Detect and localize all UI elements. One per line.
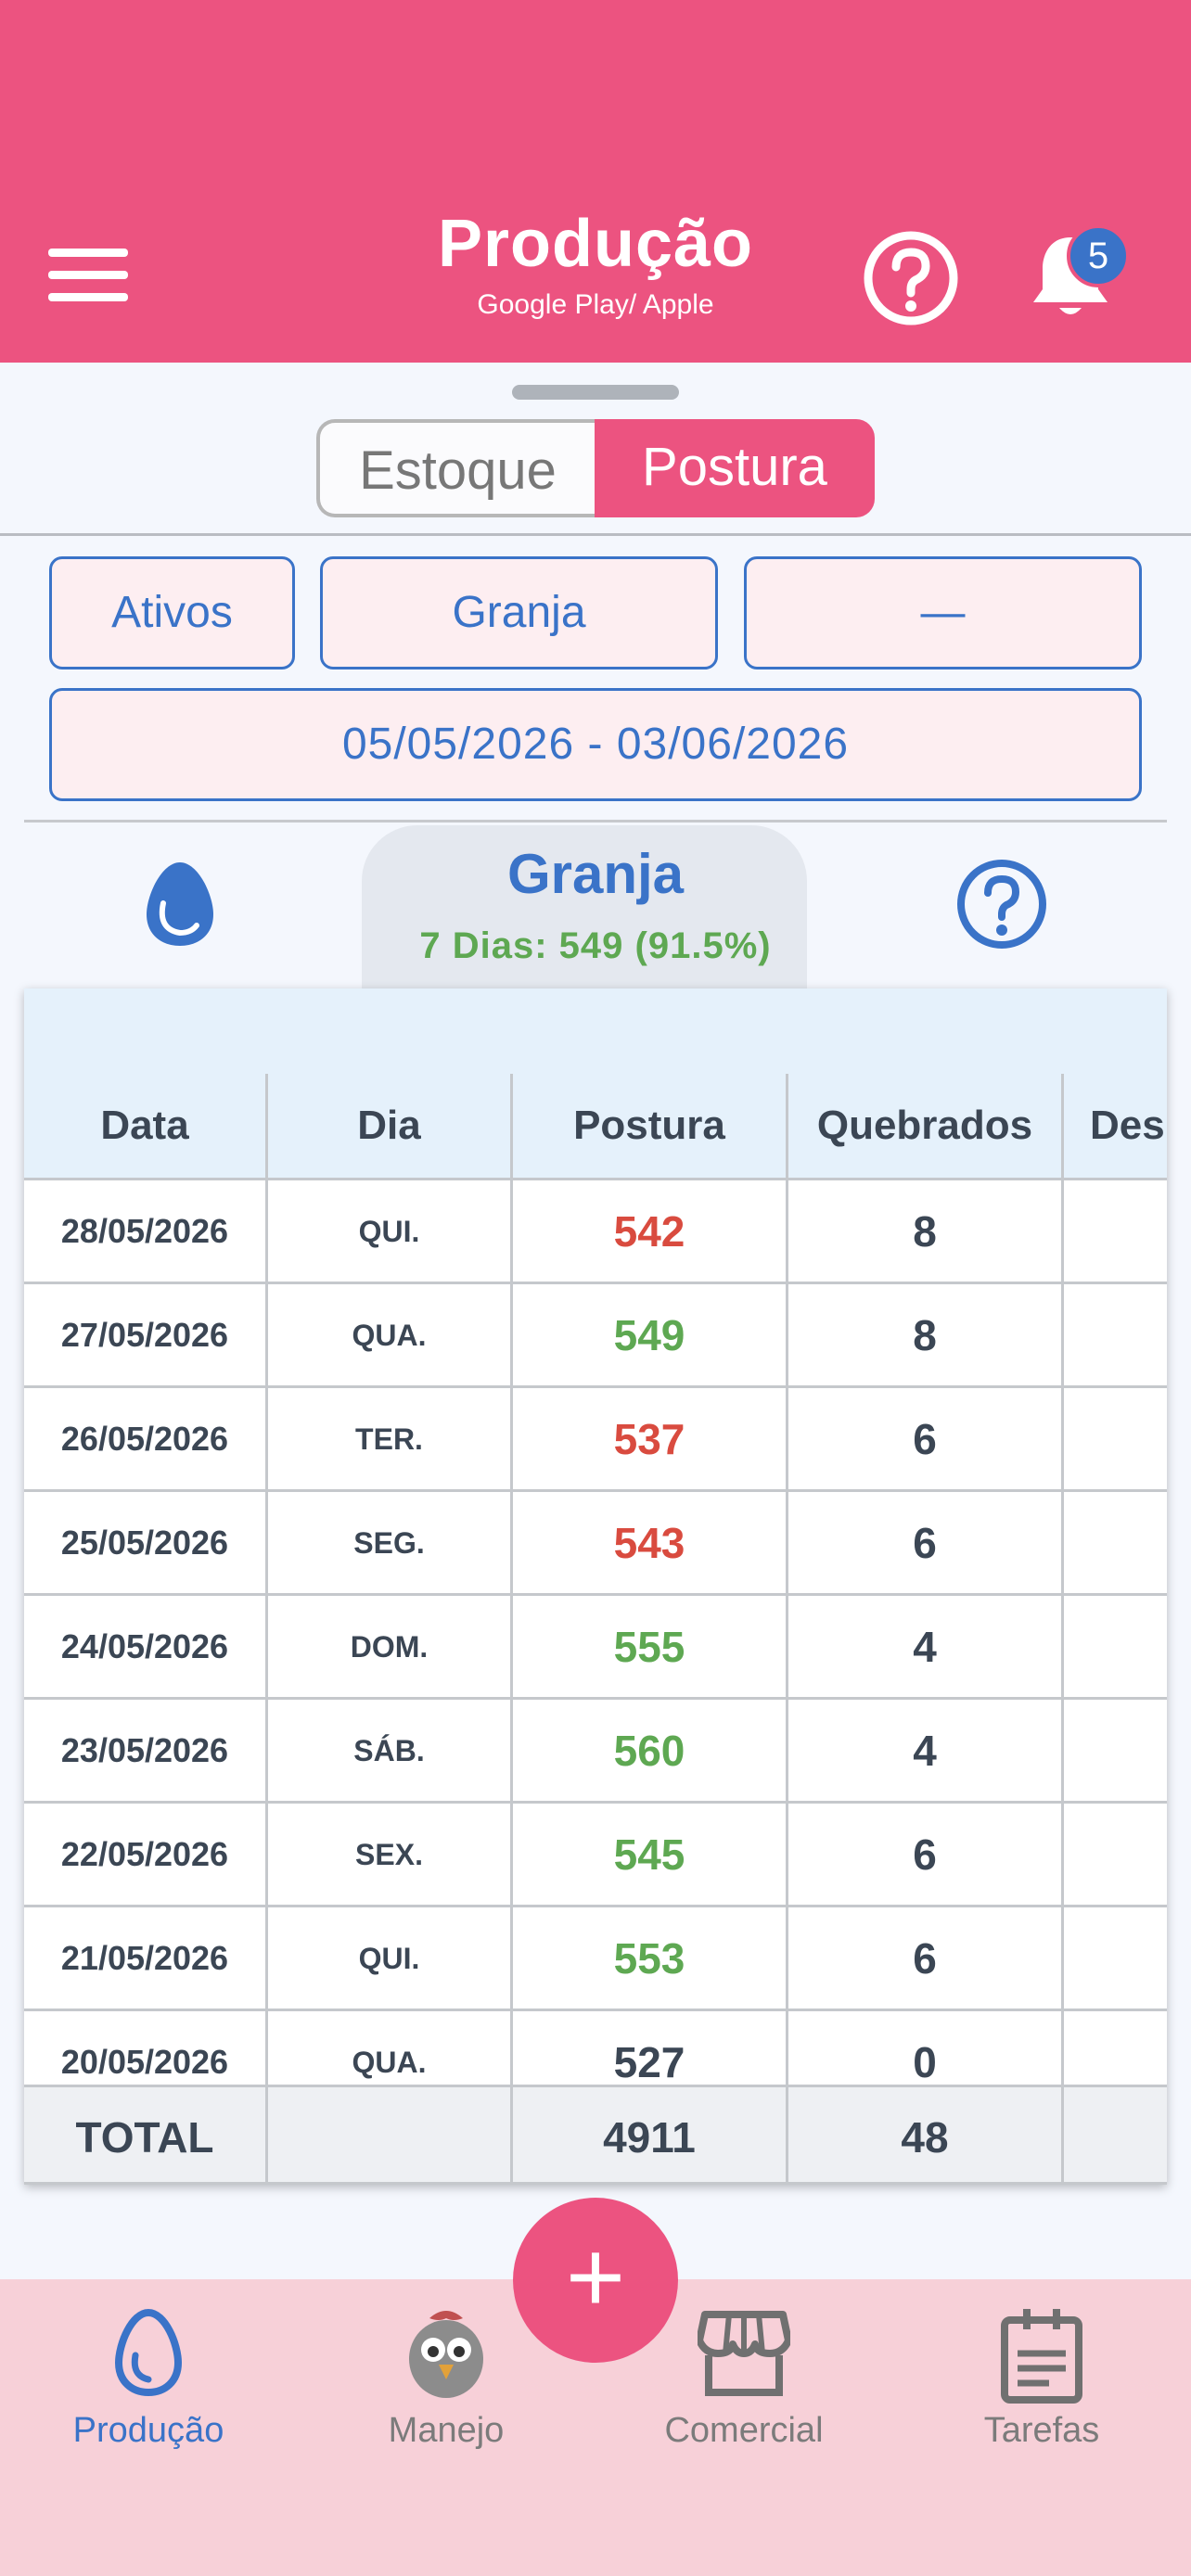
drag-handle[interactable] (512, 385, 679, 400)
cell-postura: 555 (513, 1596, 788, 1700)
column-header-des[interactable]: Des (1064, 1074, 1167, 1180)
cell-des (1064, 1180, 1167, 1284)
tab-estoque[interactable]: Estoque (316, 419, 596, 517)
cell-date: 26/05/2026 (24, 1388, 268, 1492)
cell-date: 21/05/2026 (24, 1907, 268, 2011)
nav-item-comercial[interactable]: Comercial (633, 2298, 855, 2450)
column-header-dia[interactable]: Dia (268, 1074, 513, 1180)
tab-postura[interactable]: Postura (595, 419, 875, 517)
cell-postura: 560 (513, 1700, 788, 1804)
nav-item-producao[interactable]: Produção (37, 2298, 260, 2450)
cell-quebrados: 8 (788, 1180, 1064, 1284)
cell-date: 22/05/2026 (24, 1804, 268, 1907)
cell-des (1064, 1492, 1167, 1596)
cell-day: QUI. (268, 1907, 513, 2011)
divider (24, 820, 1167, 823)
cell-postura: 542 (513, 1180, 788, 1284)
cell-date: 25/05/2026 (24, 1492, 268, 1596)
cell-postura: 553 (513, 1907, 788, 2011)
cell-des (1064, 1284, 1167, 1388)
cell-postura: 545 (513, 1804, 788, 1907)
cell-day: DOM. (268, 1596, 513, 1700)
cell-postura: 543 (513, 1492, 788, 1596)
page-title: Produção (437, 207, 754, 281)
help-icon[interactable] (955, 858, 1048, 950)
cell-des (1064, 1388, 1167, 1492)
cell-date: 24/05/2026 (24, 1596, 268, 1700)
filter-status-button[interactable]: Ativos (49, 556, 295, 670)
nav-label: Tarefas (983, 2411, 1100, 2450)
filter-scope-button[interactable]: Granja (320, 556, 718, 670)
cell-day: SEG. (268, 1492, 513, 1596)
egg-icon (114, 2308, 183, 2397)
total-postura: 4911 (513, 2085, 788, 2185)
column-header-postura[interactable]: Postura (513, 1074, 788, 1180)
cell-date: 28/05/2026 (24, 1180, 268, 1284)
cell-quebrados: 4 (788, 1596, 1064, 1700)
cell-day: QUA. (268, 1284, 513, 1388)
chicken-icon (409, 2311, 483, 2398)
cell-date: 27/05/2026 (24, 1284, 268, 1388)
cell-des (1064, 1700, 1167, 1804)
total-empty (268, 2085, 513, 2185)
cell-day: QUI. (268, 1180, 513, 1284)
column-header-quebrados[interactable]: Quebrados (788, 1074, 1064, 1180)
cell-quebrados: 8 (788, 1284, 1064, 1388)
column-header-data[interactable]: Data (24, 1074, 268, 1180)
cell-quebrados: 6 (788, 1907, 1064, 2011)
cell-des (1064, 1596, 1167, 1700)
cell-quebrados: 6 (788, 1388, 1064, 1492)
production-table[interactable]: Data Dia Postura Quebrados Des 28/05/202… (24, 988, 1167, 2185)
cell-postura: 537 (513, 1388, 788, 1492)
cell-quebrados: 4 (788, 1700, 1064, 1804)
total-des (1064, 2085, 1167, 2185)
page-subtitle: Google Play/ Apple (477, 289, 714, 320)
table-toolbar (24, 988, 1167, 1077)
notification-badge: 5 (1067, 224, 1130, 287)
cell-des (1064, 1804, 1167, 1907)
cell-postura: 549 (513, 1284, 788, 1388)
cell-des (1064, 1907, 1167, 2011)
store-icon (698, 2311, 790, 2396)
cell-day: TER. (268, 1388, 513, 1492)
cell-day: SEX. (268, 1804, 513, 1907)
filter-extra-button[interactable]: — (744, 556, 1142, 670)
nav-label: Produção (72, 2411, 224, 2450)
nav-item-manejo[interactable]: Manejo (335, 2298, 557, 2450)
nav-label: Comercial (664, 2411, 824, 2450)
divider (0, 533, 1191, 536)
total-label: TOTAL (24, 2085, 268, 2185)
cell-quebrados: 6 (788, 1804, 1064, 1907)
cell-day: SÁB. (268, 1700, 513, 1804)
help-icon[interactable] (863, 230, 959, 326)
nav-item-tarefas[interactable]: Tarefas (930, 2298, 1153, 2450)
clipboard-icon (1001, 2309, 1082, 2404)
cell-date: 23/05/2026 (24, 1700, 268, 1804)
nav-label: Manejo (388, 2411, 505, 2450)
date-range-button[interactable]: 05/05/2026 - 03/06/2026 (49, 688, 1142, 801)
total-quebrados: 48 (788, 2085, 1064, 2185)
cell-quebrados: 6 (788, 1492, 1064, 1596)
